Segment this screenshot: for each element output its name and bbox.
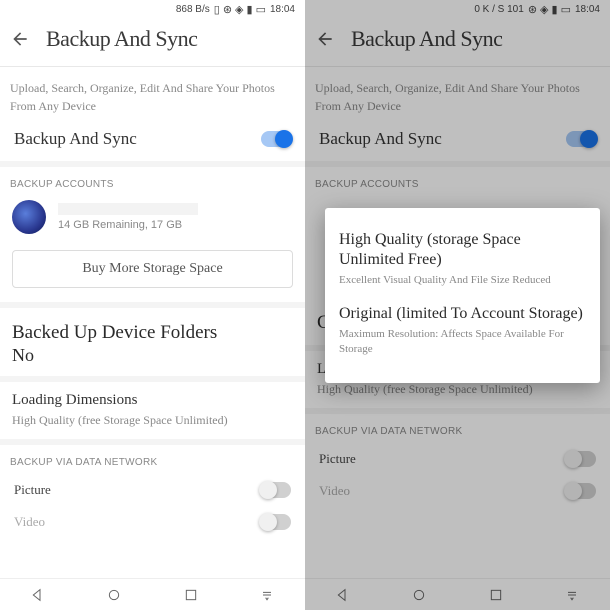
nav-back-icon[interactable] (335, 587, 351, 603)
account-info: 14 GB Remaining, 17 GB (58, 203, 293, 231)
nav-drawer-icon[interactable] (564, 587, 580, 603)
buy-storage-button[interactable]: Buy More Storage Space (12, 250, 293, 288)
back-button[interactable] (315, 29, 335, 49)
toggle-label: Backup And Sync (14, 129, 137, 149)
option-high-quality[interactable]: High Quality (storage Space Unlimited Fr… (337, 224, 588, 298)
backup-accounts-label: BACKUP ACCOUNTS (305, 167, 610, 196)
battery-icon: ▭ (256, 3, 266, 16)
upload-size-section[interactable]: Loading Dimensions High Quality (free St… (0, 382, 305, 439)
nfc-icon: ⊛ (223, 3, 232, 16)
picture-toggle-row[interactable]: Picture (0, 474, 305, 506)
upload-size-title: Loading Dimensions (12, 392, 293, 409)
picture-switch[interactable] (261, 482, 291, 498)
folders-title: Backed Up Device Folders (12, 322, 293, 345)
nav-back-icon[interactable] (30, 587, 46, 603)
option-sub: Maximum Resolution: Affects Space Availa… (339, 327, 586, 357)
clock: 18:04 (270, 4, 295, 15)
header: Backup And Sync (305, 18, 610, 67)
page-title: Backup And Sync (351, 26, 502, 52)
folders-count: No (12, 345, 293, 366)
picture-switch[interactable] (566, 451, 596, 467)
panel-right: 0 K / S 101 ⊛ ◈ ▮ ▭ 18:04 Backup And Syn… (305, 0, 610, 610)
status-bar: 0 K / S 101 ⊛ ◈ ▮ ▭ 18:04 (305, 0, 610, 18)
header-desc: Upload, Search, Organize, Edit And Share… (305, 67, 610, 121)
signal-icon: ▮ (552, 3, 558, 16)
upload-quality-dialog: High Quality (storage Space Unlimited Fr… (325, 208, 600, 383)
upload-size-sub: High Quality (free Storage Space Unlimit… (317, 381, 598, 398)
net-speed: 0 K / S 101 (474, 4, 523, 15)
signal-icon: ▮ (247, 3, 253, 16)
clock: 18:04 (575, 4, 600, 15)
avatar (12, 200, 46, 234)
account-storage: 14 GB Remaining, 17 GB (58, 219, 293, 231)
page-title: Backup And Sync (46, 26, 197, 52)
vibrate-icon: ▯ (214, 3, 220, 16)
folders-section[interactable]: Backed Up Device Folders No (0, 308, 305, 376)
nav-bar (305, 578, 610, 610)
status-icons: ▯ ⊛ ◈ ▮ ▭ (214, 3, 266, 16)
net-speed: 868 B/s (176, 4, 210, 15)
video-toggle-row[interactable]: Video (0, 506, 305, 538)
video-label: Video (14, 514, 45, 530)
video-switch[interactable] (261, 514, 291, 530)
nav-bar (0, 578, 305, 610)
status-bar: 868 B/s ▯ ⊛ ◈ ▮ ▭ 18:04 (0, 0, 305, 18)
wifi-icon: ◈ (540, 3, 548, 16)
backup-sync-switch[interactable] (261, 131, 291, 147)
backup-sync-switch[interactable] (566, 131, 596, 147)
nav-recent-icon[interactable] (488, 587, 504, 603)
option-original[interactable]: Original (limited To Account Storage) Ma… (337, 298, 588, 367)
back-button[interactable] (10, 29, 30, 49)
option-title: Original (limited To Account Storage) (339, 304, 586, 324)
nav-drawer-icon[interactable] (259, 587, 275, 603)
account-row[interactable]: 14 GB Remaining, 17 GB (0, 196, 305, 242)
backup-via-label: BACKUP VIA DATA NETWORK (305, 414, 610, 443)
option-title: High Quality (storage Space Unlimited Fr… (339, 230, 586, 270)
picture-label: Picture (14, 482, 51, 498)
backup-sync-toggle-row[interactable]: Backup And Sync (305, 121, 610, 167)
nav-home-icon[interactable] (106, 587, 122, 603)
picture-toggle-row[interactable]: Picture (305, 443, 610, 475)
panel-left: 868 B/s ▯ ⊛ ◈ ▮ ▭ 18:04 Backup And Sync … (0, 0, 305, 610)
picture-label: Picture (319, 451, 356, 467)
status-icons: ⊛ ◈ ▮ ▭ (528, 3, 571, 16)
video-label: Video (319, 483, 350, 499)
nfc-icon: ⊛ (528, 3, 537, 16)
video-switch[interactable] (566, 483, 596, 499)
backup-via-label: BACKUP VIA DATA NETWORK (0, 445, 305, 474)
backup-accounts-label: BACKUP ACCOUNTS (0, 167, 305, 196)
account-name-redacted (58, 203, 198, 215)
battery-icon: ▭ (561, 3, 571, 16)
toggle-label: Backup And Sync (319, 129, 442, 149)
wifi-icon: ◈ (235, 3, 243, 16)
option-sub: Excellent Visual Quality And File Size R… (339, 273, 586, 288)
video-toggle-row[interactable]: Video (305, 475, 610, 507)
header: Backup And Sync (0, 18, 305, 67)
upload-size-sub: High Quality (free Storage Space Unlimit… (12, 412, 293, 429)
nav-home-icon[interactable] (411, 587, 427, 603)
header-desc: Upload, Search, Organize, Edit And Share… (0, 67, 305, 121)
backup-sync-toggle-row[interactable]: Backup And Sync (0, 121, 305, 167)
nav-recent-icon[interactable] (183, 587, 199, 603)
